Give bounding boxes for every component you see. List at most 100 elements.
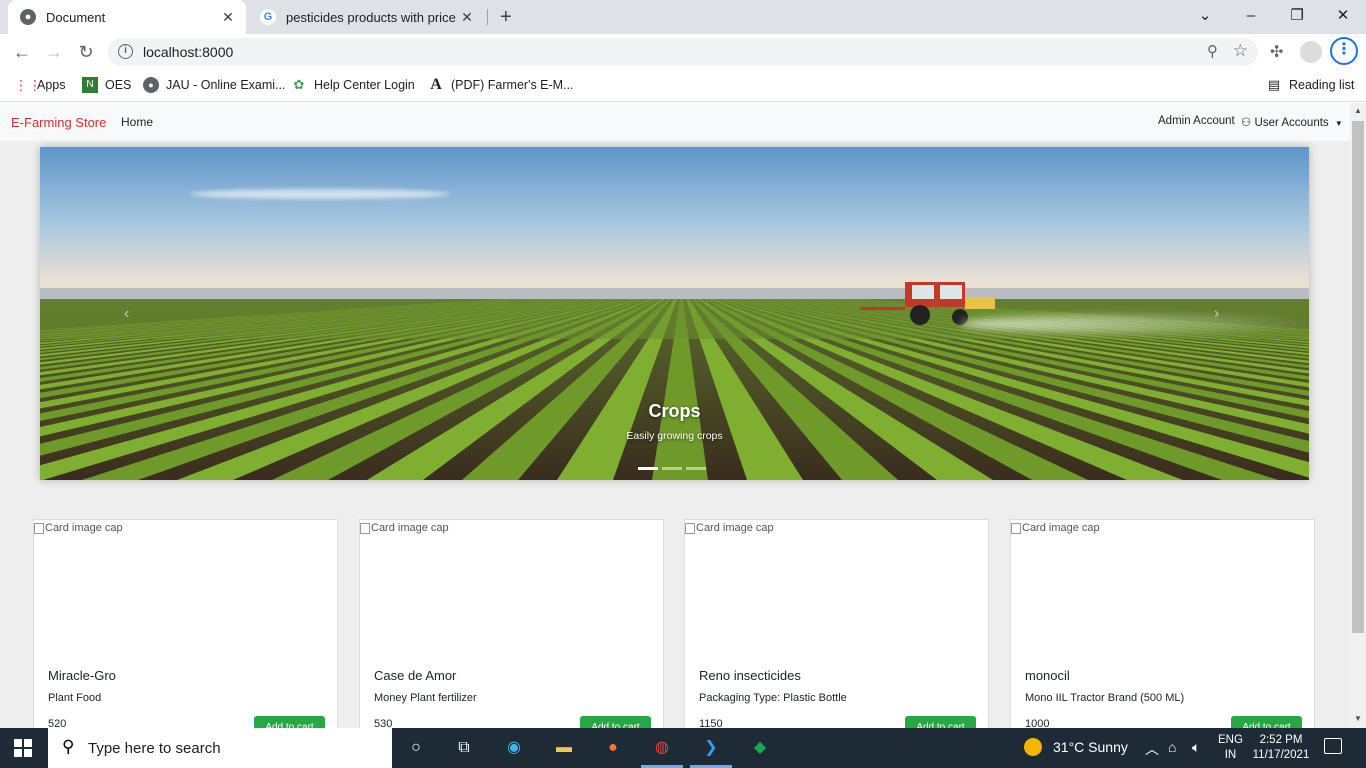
carousel-cloud bbox=[190, 189, 450, 199]
vscode-icon[interactable]: ❯ bbox=[699, 736, 723, 760]
address-bar[interactable]: i localhost:8000 ⚲ ☆ bbox=[108, 38, 1258, 66]
carousel-indicator[interactable] bbox=[638, 467, 658, 470]
bookmark-label: OES bbox=[105, 78, 132, 92]
file-explorer-icon[interactable]: ▬ bbox=[552, 736, 576, 760]
add-to-cart-button[interactable]: Add to cart bbox=[580, 716, 651, 728]
weather-widget[interactable]: 31°C Sunny bbox=[1024, 738, 1128, 756]
bookmarks-bar: ⋮⋮ Apps N OES ● JAU - Online Exami... ✿ … bbox=[0, 70, 1366, 102]
user-accounts-label: User Accounts bbox=[1254, 117, 1329, 129]
product-price: 1150 bbox=[699, 718, 723, 728]
card-image-alt: Card image cap bbox=[696, 522, 774, 534]
apps-grid-icon: ⋮⋮ bbox=[14, 77, 42, 93]
profile-avatar[interactable] bbox=[1300, 41, 1322, 63]
reading-list-label: Reading list bbox=[1289, 78, 1355, 92]
network-icon[interactable]: ⌂ bbox=[1168, 739, 1176, 755]
firefox-icon[interactable]: ● bbox=[601, 736, 625, 760]
nav-user-accounts[interactable]: ⚇ User Accounts ▼ bbox=[1241, 115, 1343, 129]
bookmark-help-center[interactable]: ✿ Help Center Login bbox=[291, 77, 415, 93]
date-text: 11/17/2021 bbox=[1252, 749, 1310, 761]
close-window-icon[interactable]: ✕ bbox=[1328, 4, 1358, 28]
caret-down-icon: ▼ bbox=[1334, 119, 1343, 128]
task-view-icon[interactable]: ⧉ bbox=[452, 736, 476, 760]
hero-carousel: ‹ › Crops Easily growing crops bbox=[40, 147, 1309, 480]
product-description: Plant Food bbox=[48, 692, 102, 704]
bookmark-oes[interactable]: N OES bbox=[82, 77, 131, 93]
edge-icon[interactable]: ◉ bbox=[502, 736, 526, 760]
scroll-up-icon[interactable]: ▲ bbox=[1354, 106, 1362, 115]
product-description: Money Plant fertilizer bbox=[374, 692, 477, 704]
cortana-icon[interactable]: ○ bbox=[404, 736, 428, 760]
card-image: Card image cap bbox=[685, 522, 774, 534]
tab-search-icon[interactable]: ⌄ bbox=[1190, 4, 1220, 28]
bookmark-pdf[interactable]: A (PDF) Farmer's E-M... bbox=[428, 77, 573, 93]
product-description: Packaging Type: Plastic Bottle bbox=[699, 692, 847, 704]
broken-image-icon bbox=[34, 522, 44, 534]
tab-title: Document bbox=[46, 9, 106, 25]
bookmark-label: Help Center Login bbox=[314, 78, 415, 92]
scroll-down-icon[interactable]: ▼ bbox=[1354, 714, 1362, 723]
add-to-cart-button[interactable]: Add to cart bbox=[254, 716, 325, 728]
mongodb-compass-icon[interactable]: ◆ bbox=[748, 736, 772, 760]
product-name: Reno insecticides bbox=[699, 668, 801, 683]
add-to-cart-button[interactable]: Add to cart bbox=[1231, 716, 1302, 728]
carousel-caption-title: Crops bbox=[648, 401, 701, 421]
close-tab-icon[interactable]: ✕ bbox=[459, 9, 475, 26]
bookmark-star-icon[interactable]: ☆ bbox=[1233, 41, 1248, 61]
globe-icon: ● bbox=[143, 77, 159, 93]
reading-list-icon: ▤ bbox=[1267, 77, 1281, 92]
carousel-caption-text: Easily growing crops bbox=[626, 430, 723, 442]
language-indicator[interactable]: ENG IN bbox=[1218, 733, 1243, 763]
product-card: Card image cap Miracle-Gro Plant Food 52… bbox=[33, 519, 338, 728]
forward-icon[interactable]: → bbox=[42, 40, 66, 64]
new-tab-icon[interactable]: + bbox=[500, 6, 512, 29]
search-placeholder: Type here to search bbox=[88, 740, 221, 757]
close-tab-icon[interactable]: ✕ bbox=[220, 9, 236, 26]
back-icon[interactable]: ← bbox=[10, 40, 34, 64]
page-scrollbar[interactable]: ▲ ▼ bbox=[1350, 103, 1366, 728]
nav-home[interactable]: Home bbox=[121, 115, 153, 129]
bookmark-apps[interactable]: ⋮⋮ Apps bbox=[14, 77, 66, 93]
tab-document[interactable]: ● Document ✕ bbox=[8, 0, 246, 34]
tab-separator bbox=[487, 9, 488, 25]
reading-list[interactable]: ▤ Reading list bbox=[1266, 77, 1354, 93]
time-text: 2:52 PM bbox=[1259, 734, 1303, 746]
carousel-next-icon[interactable]: › bbox=[1214, 305, 1219, 323]
product-price: 1000 bbox=[1025, 718, 1050, 728]
user-icon: ⚇ bbox=[1241, 117, 1252, 129]
windows-start-icon[interactable] bbox=[14, 739, 32, 757]
zoom-icon[interactable]: ⚲ bbox=[1207, 42, 1218, 60]
broken-image-icon bbox=[1011, 522, 1021, 534]
minimize-icon[interactable]: – bbox=[1236, 4, 1266, 28]
product-description: Mono IIL Tractor Brand (500 ML) bbox=[1025, 692, 1185, 704]
carousel-indicator[interactable] bbox=[662, 467, 682, 470]
page-content: E-Farming Store Home Admin Account ⚇ Use… bbox=[0, 103, 1350, 728]
carousel-indicator[interactable] bbox=[686, 467, 706, 470]
card-image: Card image cap bbox=[360, 522, 449, 534]
nav-admin-account[interactable]: Admin Account bbox=[1158, 115, 1235, 127]
taskbar-search[interactable]: ⚲ Type here to search bbox=[48, 728, 392, 768]
tray-chevron-icon[interactable]: ︿ bbox=[1145, 739, 1159, 759]
globe-icon: ● bbox=[20, 9, 36, 25]
notification-icon[interactable] bbox=[1324, 738, 1342, 754]
sun-icon bbox=[1024, 738, 1042, 756]
restore-icon[interactable]: ❐ bbox=[1282, 4, 1312, 28]
volume-icon[interactable]: 🔈︎ bbox=[1192, 739, 1200, 756]
brand-link[interactable]: E-Farming Store bbox=[11, 115, 106, 130]
lang-code: ENG bbox=[1218, 734, 1243, 746]
product-name: Case de Amor bbox=[374, 668, 457, 683]
site-info-icon[interactable]: i bbox=[118, 44, 133, 59]
bookmark-jau[interactable]: ● JAU - Online Exami... bbox=[143, 77, 285, 93]
clock[interactable]: 2:52 PM 11/17/2021 bbox=[1250, 733, 1312, 763]
help-center-icon: ✿ bbox=[293, 77, 305, 92]
carousel-prev-icon[interactable]: ‹ bbox=[124, 305, 129, 323]
reload-icon[interactable]: ↻ bbox=[74, 40, 98, 64]
product-price: 530 bbox=[374, 718, 393, 728]
product-name: Miracle-Gro bbox=[48, 668, 116, 683]
chrome-menu-icon[interactable]: ⋮ bbox=[1330, 37, 1358, 65]
chrome-icon[interactable]: ◍ bbox=[650, 736, 674, 760]
scrollbar-thumb[interactable] bbox=[1352, 121, 1364, 633]
weather-text: 31°C Sunny bbox=[1053, 739, 1128, 755]
extensions-icon[interactable]: ✣ bbox=[1270, 42, 1283, 62]
add-to-cart-button[interactable]: Add to cart bbox=[905, 716, 976, 728]
tab-google-search[interactable]: G pesticides products with price - G ✕ bbox=[250, 0, 485, 34]
